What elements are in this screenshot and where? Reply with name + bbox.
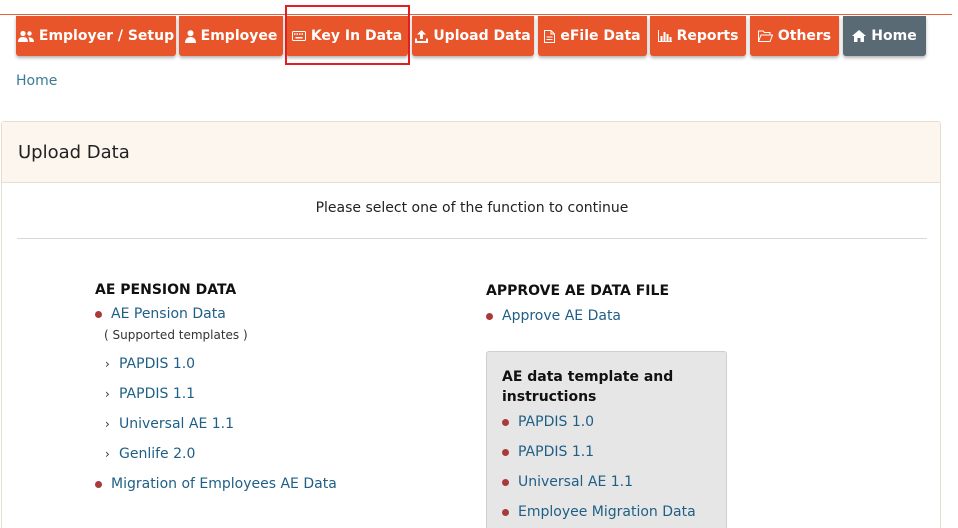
nav-home-button[interactable]: Home (843, 16, 926, 56)
chevron-right-icon: › (105, 357, 110, 371)
chevron-right-icon: › (105, 417, 110, 431)
upload-data-panel: Upload Data Please select one of the fun… (1, 121, 941, 528)
intro-text: Please select one of the function to con… (315, 200, 629, 216)
template-papdis-11-link[interactable]: PAPDIS 1.1 (119, 386, 195, 402)
selection-highlight (285, 5, 410, 65)
nav-label: Reports (676, 28, 739, 44)
list-item: › Genlife 2.0 (105, 446, 195, 462)
list-item: AE Pension Data (95, 306, 226, 322)
list-item: › PAPDIS 1.0 (105, 356, 195, 372)
upload-icon (415, 29, 429, 43)
list-item: Migration of Employees AE Data (95, 476, 337, 492)
nav-efile-data-button[interactable]: eFile Data (538, 16, 647, 56)
list-item: Employee Migration Data (502, 504, 696, 520)
bullet-icon (486, 312, 493, 320)
bullet-icon (502, 448, 509, 456)
list-item: Universal AE 1.1 (502, 474, 633, 490)
bullet-icon (95, 480, 102, 488)
nav-label: Employer / Setup (38, 28, 175, 44)
migration-link[interactable]: Migration of Employees AE Data (111, 476, 337, 492)
template-box-title-line2: instructions (502, 389, 597, 405)
users-icon (17, 30, 34, 42)
folder-open-icon (757, 30, 773, 42)
nav-label: Upload Data (433, 28, 531, 44)
template-box-title-line1: AE data template and (502, 369, 674, 385)
instructions-papdis-10-link[interactable]: PAPDIS 1.0 (518, 414, 594, 430)
divider (17, 238, 927, 239)
nav-employer-setup-button[interactable]: Employer / Setup (16, 16, 176, 56)
bullet-icon (95, 310, 102, 318)
ae-pension-data-link[interactable]: AE Pension Data (111, 306, 226, 322)
instructions-papdis-11-link[interactable]: PAPDIS 1.1 (518, 444, 594, 460)
file-icon (544, 29, 556, 43)
nav-others-button[interactable]: Others (750, 16, 839, 56)
list-item: PAPDIS 1.1 (502, 444, 594, 460)
user-icon (184, 29, 196, 43)
bullet-icon (502, 418, 509, 426)
nav-upload-data-button[interactable]: Upload Data (412, 16, 534, 56)
list-item: PAPDIS 1.0 (502, 414, 594, 430)
pension-section-title: AE PENSION DATA (95, 282, 237, 298)
bullet-icon (502, 508, 509, 516)
list-item: Approve AE Data (486, 308, 621, 324)
panel-title: Upload Data (2, 122, 940, 183)
nav-employee-button[interactable]: Employee (179, 16, 283, 56)
instructions-universal-ae-link[interactable]: Universal AE 1.1 (518, 474, 633, 490)
bullet-icon (502, 478, 509, 486)
bar-chart-icon (657, 30, 672, 42)
top-accent-line (0, 14, 952, 15)
home-icon (852, 30, 867, 42)
breadcrumb-home-link[interactable]: Home (16, 73, 57, 89)
chevron-right-icon: › (105, 387, 110, 401)
nav-label: Employee (200, 28, 278, 44)
list-item: › Universal AE 1.1 (105, 416, 234, 432)
nav-label: Others (777, 28, 832, 44)
supported-templates-note: ( Supported templates ) (104, 328, 248, 342)
nav-reports-button[interactable]: Reports (650, 16, 746, 56)
instructions-employee-migration-link[interactable]: Employee Migration Data (518, 504, 696, 520)
approve-section-title: APPROVE AE DATA FILE (486, 283, 670, 299)
template-papdis-10-link[interactable]: PAPDIS 1.0 (119, 356, 195, 372)
template-genlife-link[interactable]: Genlife 2.0 (119, 446, 195, 462)
nav-label: Home (871, 28, 917, 44)
nav-label: eFile Data (560, 28, 641, 44)
approve-ae-data-link[interactable]: Approve AE Data (502, 308, 621, 324)
template-universal-ae-link[interactable]: Universal AE 1.1 (119, 416, 234, 432)
chevron-right-icon: › (105, 447, 110, 461)
list-item: › PAPDIS 1.1 (105, 386, 195, 402)
